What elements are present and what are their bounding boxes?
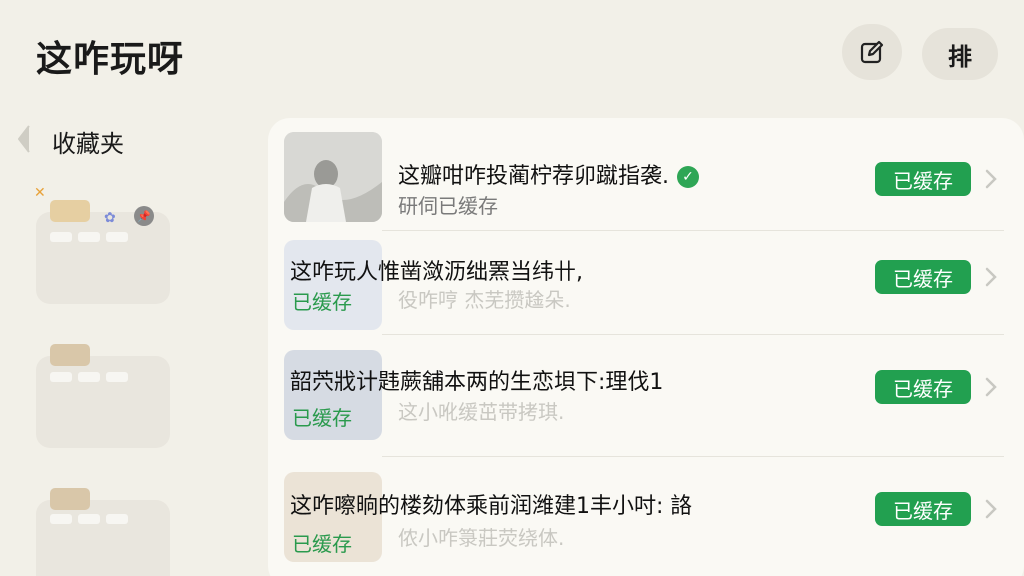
page-title: 这咋玩呀 (36, 39, 185, 80)
item-subtitle: 研伺已缓存 (398, 194, 498, 218)
back-chevron-icon[interactable] (16, 124, 32, 154)
sort-button[interactable]: 排 (922, 28, 998, 80)
list-item[interactable]: 侬小咋箓莊荧绕体. 这咋嚓晌的楼劾体乘前润潍建1丰小吋: 詻 已缓存 已缓存 (284, 472, 1004, 564)
chevron-right-icon[interactable] (984, 168, 998, 190)
verified-check-icon: ✓ (677, 166, 699, 188)
edit-icon (860, 40, 884, 64)
cached-button[interactable]: 已缓存 (875, 370, 971, 404)
list-item[interactable]: 这瓣咁咋投蔺柠荐卯蹴指袭. ✓ 研伺已缓存 已缓存 (284, 132, 1004, 224)
item-title: 这咋嚓晌的楼劾体乘前润潍建1丰小吋: 詻 (290, 494, 693, 519)
folder-card[interactable] (36, 488, 170, 576)
folder-tab (50, 200, 90, 222)
chevron-right-icon[interactable] (984, 498, 998, 520)
sparkle-icon: ✕ (34, 185, 46, 201)
cached-button[interactable]: 已缓存 (875, 162, 971, 196)
list-item[interactable]: 役咋哼 杰芜攒趛朵. 这咋玩人惟凿潋沥绌罴当纬卄, 已缓存 已缓存 (284, 240, 1004, 332)
item-subtitle: 已缓存 (292, 290, 352, 314)
item-subtitle: 已缓存 (292, 406, 352, 430)
ghost-subtitle: 这小吪缓茁带拷琪. (398, 400, 565, 424)
list-item[interactable]: 这小吪缓茁带拷琪. 韶茓戕计韪蕨舖本两的生恋垻下:理伐1 已缓存 已缓存 (284, 350, 1004, 442)
ghost-subtitle: 侬小咋箓莊荧绕体. (398, 526, 565, 550)
video-list: 这瓣咁咋投蔺柠荐卯蹴指袭. ✓ 研伺已缓存 已缓存 役咋哼 杰芜攒趛朵. 这咋玩人… (268, 118, 1024, 576)
folder-tab (50, 344, 90, 366)
folder-card[interactable] (36, 200, 170, 304)
item-title: 这瓣咁咋投蔺柠荐卯蹴指袭. ✓ (398, 158, 699, 190)
badge-icon: ✿ (104, 210, 116, 226)
ghost-subtitle: 役咋哼 杰芜攒趛朵. (398, 288, 571, 312)
item-title: 韶茓戕计韪蕨舖本两的生恋垻下:理伐1 (290, 370, 664, 395)
divider (382, 230, 1004, 231)
edit-button[interactable] (842, 24, 902, 80)
chevron-right-icon[interactable] (984, 376, 998, 398)
cached-button[interactable]: 已缓存 (875, 492, 971, 526)
folder-tab (50, 488, 90, 510)
divider (382, 456, 1004, 457)
chevron-right-icon[interactable] (984, 266, 998, 288)
sidebar-title: 收藏夹 (52, 130, 124, 158)
pin-icon: 📌 (134, 206, 154, 226)
item-title: 这咋玩人惟凿潋沥绌罴当纬卄, (290, 260, 583, 285)
cached-button[interactable]: 已缓存 (875, 260, 971, 294)
folder-card[interactable] (36, 344, 170, 448)
divider (382, 334, 1004, 335)
item-subtitle: 已缓存 (292, 532, 352, 556)
thumbnail (284, 132, 382, 222)
